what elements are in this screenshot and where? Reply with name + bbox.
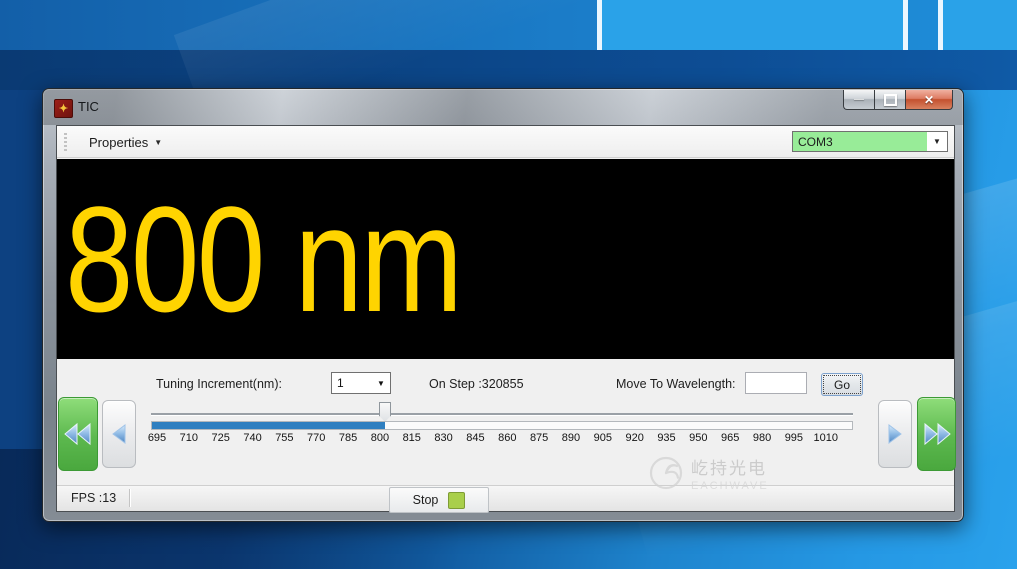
move-to-wavelength-label: Move To Wavelength: — [616, 377, 736, 391]
left-arrow-icon — [110, 423, 128, 445]
double-right-arrow-icon — [922, 422, 952, 446]
go-button[interactable]: Go — [821, 373, 863, 396]
slider-tick-label: 890 — [556, 432, 586, 444]
slider-tick-label: 740 — [238, 432, 268, 444]
toolbar-grip-handle[interactable] — [64, 133, 67, 151]
slider-tick-label: 815 — [397, 432, 427, 444]
double-left-arrow-icon — [63, 422, 93, 446]
combobox-dropdown-icon[interactable]: ▼ — [927, 132, 947, 151]
slider-tick-label: 920 — [620, 432, 650, 444]
wavelength-scale: 6957107257407557707858008158308458608758… — [142, 432, 841, 444]
com-port-combobox[interactable]: COM3 ▼ — [792, 131, 948, 152]
wavelength-readout: 800 nm — [65, 173, 461, 346]
slider-tick-label: 995 — [779, 432, 809, 444]
fast-forward-button[interactable] — [917, 397, 956, 471]
status-separator — [129, 489, 130, 507]
window-controls: — ✕ — [843, 90, 953, 110]
slider-tick-label: 755 — [269, 432, 299, 444]
window-title: TIC — [78, 99, 99, 114]
tuning-progress-bar — [151, 421, 853, 430]
tic-app-icon[interactable]: ✦ — [54, 99, 73, 118]
wallpaper-shadow-band — [0, 50, 1017, 90]
watermark-cn-text: 屹持光电 — [691, 454, 769, 479]
maximize-button[interactable] — [874, 90, 906, 110]
slider-tick-label: 980 — [747, 432, 777, 444]
slider-tick-label: 935 — [652, 432, 682, 444]
tuning-increment-select[interactable]: 1 ▼ — [331, 372, 391, 394]
slider-tick-label: 770 — [301, 432, 331, 444]
properties-menu-button[interactable]: Properties ▼ — [83, 131, 168, 153]
slider-tick-label: 1010 — [811, 432, 841, 444]
wavelength-slider-thumb[interactable] — [379, 402, 391, 422]
on-step-readout: On Step :320855 — [429, 377, 524, 391]
stop-button-label: Stop — [413, 493, 439, 507]
slider-tick-label: 800 — [365, 432, 395, 444]
step-backward-button[interactable] — [102, 400, 136, 468]
slider-tick-label: 860 — [492, 432, 522, 444]
tuning-increment-label: Tuning Increment(nm): — [156, 377, 282, 391]
slider-tick-label: 845 — [460, 432, 490, 444]
titlebar[interactable] — [43, 89, 963, 125]
tuning-progress-fill — [152, 422, 385, 429]
toolbar: Properties ▼ COM3 ▼ — [57, 126, 954, 158]
client-area: Properties ▼ COM3 ▼ 800 nm Tuning Increm… — [56, 125, 955, 512]
slider-tick-label: 695 — [142, 432, 172, 444]
fps-readout: FPS :13 — [71, 491, 116, 505]
chevron-down-icon: ▼ — [154, 138, 162, 147]
status-led-icon — [448, 492, 465, 509]
combobox-dropdown-icon[interactable]: ▼ — [372, 379, 390, 388]
stop-button[interactable]: Stop — [389, 487, 489, 513]
slider-tick-label: 725 — [206, 432, 236, 444]
tuning-increment-value: 1 — [332, 376, 372, 390]
com-port-value: COM3 — [793, 132, 927, 151]
slider-tick-label: 830 — [429, 432, 459, 444]
status-bar: FPS :13 Stop — [57, 485, 954, 511]
tic-app-window: ✦ TIC — ✕ Properties ▼ COM3 ▼ 800 nm Tun… — [42, 88, 964, 522]
right-arrow-icon — [886, 423, 904, 445]
slider-tick-label: 710 — [174, 432, 204, 444]
move-to-wavelength-input[interactable] — [745, 372, 807, 394]
properties-label: Properties — [89, 135, 148, 150]
step-forward-button[interactable] — [878, 400, 912, 468]
wallpaper-logo-pane — [597, 0, 908, 57]
slider-tick-label: 905 — [588, 432, 618, 444]
slider-tick-label: 950 — [683, 432, 713, 444]
close-button[interactable]: ✕ — [906, 90, 953, 110]
maximize-icon — [884, 94, 897, 106]
slider-tick-label: 965 — [715, 432, 745, 444]
wavelength-slider-track[interactable] — [151, 413, 853, 415]
minimize-button[interactable]: — — [843, 90, 874, 110]
wavelength-display: 800 nm — [57, 159, 954, 359]
slider-tick-label: 875 — [524, 432, 554, 444]
fast-backward-button[interactable] — [58, 397, 98, 471]
slider-tick-label: 785 — [333, 432, 363, 444]
